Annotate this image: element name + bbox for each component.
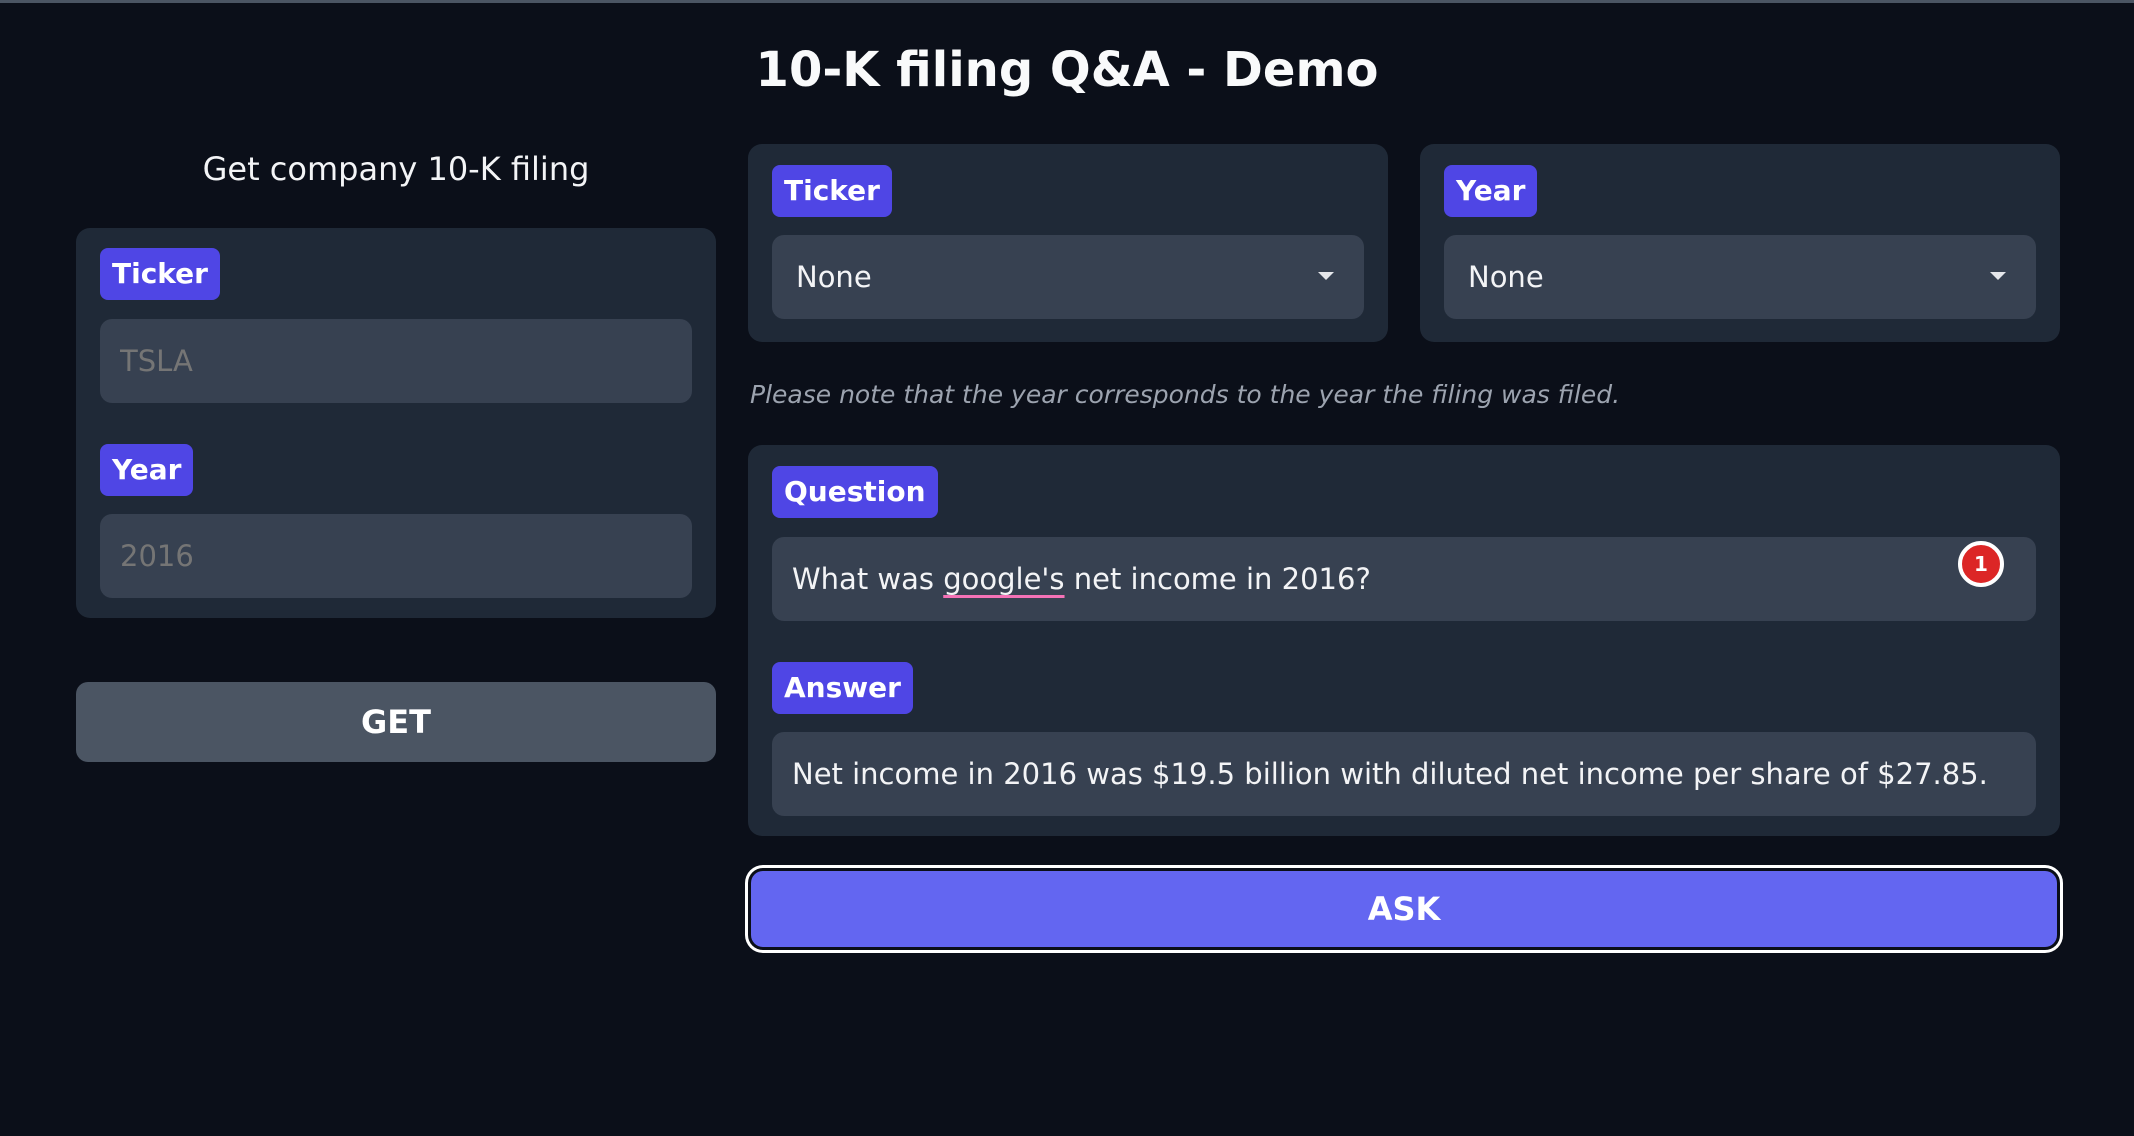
answer-label: Answer: [772, 662, 913, 714]
ticker-select-label: Ticker: [772, 165, 892, 217]
year-dropdown-value: None: [1468, 260, 1544, 294]
question-text-prefix: What was: [792, 562, 944, 596]
get-button[interactable]: GET: [76, 682, 716, 762]
question-text-flagged-word: google's: [943, 562, 1065, 596]
chevron-down-icon: [1990, 272, 2006, 280]
ticker-input[interactable]: [100, 319, 692, 403]
get-filing-panel: Ticker Year: [76, 228, 716, 618]
ticker-label: Ticker: [100, 248, 220, 300]
year-dropdown[interactable]: None: [1444, 235, 2036, 319]
qa-panel: Question What was google's net income in…: [748, 445, 2060, 836]
year-label: Year: [100, 444, 194, 496]
question-text-suffix: net income in 2016?: [1064, 562, 1371, 596]
answer-output[interactable]: Net income in 2016 was $19.5 billion wit…: [772, 732, 2036, 816]
year-select-panel: Year None: [1420, 144, 2060, 342]
ticker-select-panel: Ticker None: [748, 144, 1388, 342]
page-title: 10-K filing Q&A - Demo: [755, 42, 1379, 98]
question-input[interactable]: What was google's net income in 2016?: [772, 537, 2036, 621]
year-select-label: Year: [1444, 165, 1538, 217]
grammar-issue-badge[interactable]: 1: [1958, 541, 2004, 587]
get-filing-heading: Get company 10-K filing: [202, 150, 590, 188]
top-border: [0, 0, 2134, 3]
question-label: Question: [772, 466, 938, 518]
year-input[interactable]: [100, 514, 692, 598]
ticker-dropdown-value: None: [796, 260, 872, 294]
chevron-down-icon: [1318, 272, 1334, 280]
year-note: Please note that the year corresponds to…: [750, 380, 1621, 409]
ask-button[interactable]: ASK: [751, 871, 2057, 947]
ticker-dropdown[interactable]: None: [772, 235, 1364, 319]
